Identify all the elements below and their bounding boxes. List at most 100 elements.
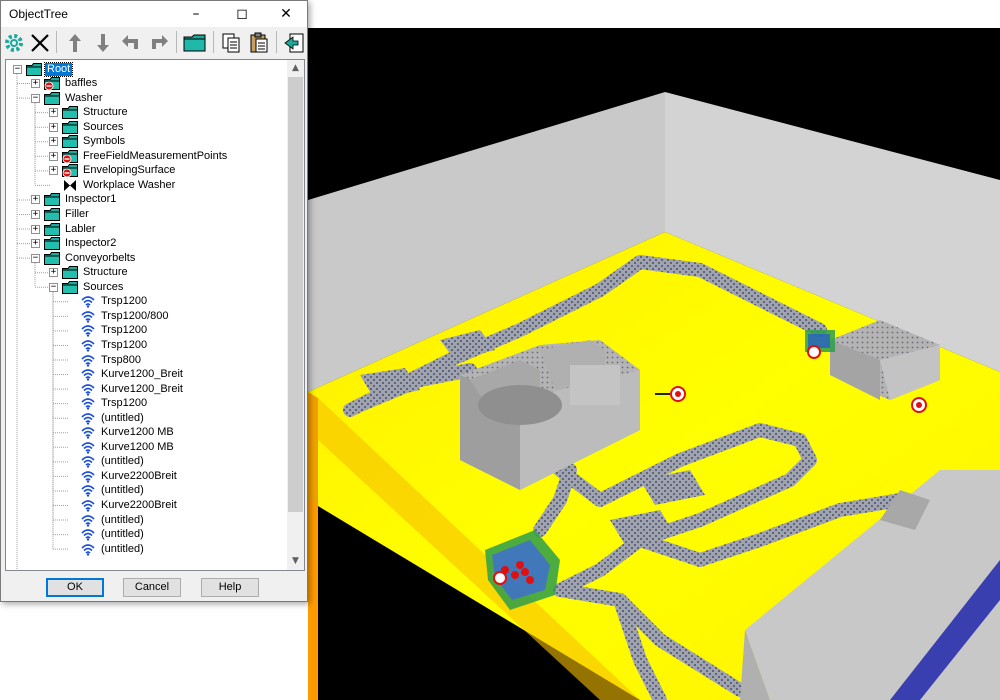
expand-plus-icon[interactable]: + xyxy=(49,151,58,161)
expand-plus-icon[interactable]: + xyxy=(49,137,58,147)
tree-node-label[interactable]: Kurve1200_Breit xyxy=(99,368,185,381)
tree-node[interactable]: (untitled) xyxy=(67,484,146,498)
expand-plus-icon[interactable]: + xyxy=(31,79,40,89)
tree-node-label[interactable]: Kurve1200 MB xyxy=(99,426,176,439)
tree-node-label[interactable]: Structure xyxy=(81,106,130,119)
tree-node[interactable]: (untitled) xyxy=(67,528,146,542)
tree-node[interactable]: + Structure xyxy=(49,106,130,120)
expand-plus-icon[interactable]: + xyxy=(31,210,40,219)
scroll-down-arrow-icon[interactable]: ▼ xyxy=(287,553,304,570)
tree-node[interactable]: + Filler xyxy=(31,208,91,222)
tree-node[interactable]: + baffles xyxy=(31,77,99,91)
tree-node[interactable]: − Root xyxy=(13,61,74,77)
tree-node-label[interactable]: EnvelopingSurface xyxy=(81,164,177,177)
tree-node[interactable]: Trsp1200 xyxy=(67,338,149,352)
maximize-button[interactable]: ◻ xyxy=(219,1,265,27)
tree-node[interactable]: + EnvelopingSurface xyxy=(49,164,177,178)
tree-node-label[interactable]: Trsp800 xyxy=(99,354,143,367)
cancel-button[interactable]: Cancel xyxy=(123,578,181,597)
tree-node-label[interactable]: Conveyorbelts xyxy=(63,252,137,265)
tree-node-label[interactable]: (untitled) xyxy=(99,412,146,425)
tree-node-label[interactable]: Trsp1200 xyxy=(99,339,149,352)
scroll-thumb[interactable] xyxy=(288,77,303,512)
tree-node-label[interactable]: Workplace Washer xyxy=(81,179,177,192)
tree-node[interactable]: + Sources xyxy=(49,120,125,134)
tree-node[interactable]: Kurve1200_Breit xyxy=(67,382,185,396)
ok-button[interactable]: OK xyxy=(46,578,104,597)
tree-node[interactable]: + Labler xyxy=(31,222,98,236)
expand-plus-icon[interactable]: + xyxy=(31,224,40,234)
tree-node[interactable]: + Symbols xyxy=(49,135,127,149)
help-button[interactable]: Help xyxy=(201,578,259,597)
tree-node[interactable]: Trsp1200 xyxy=(67,397,149,411)
redo-icon[interactable] xyxy=(147,30,171,56)
tree-node[interactable]: Kurve1200 MB xyxy=(67,440,176,454)
tree-node[interactable]: (untitled) xyxy=(67,411,146,425)
tree-node[interactable]: (untitled) xyxy=(67,542,146,556)
collapse-minus-icon[interactable]: − xyxy=(31,93,40,103)
tree-node[interactable]: Trsp800 xyxy=(67,353,143,367)
minimize-button[interactable]: – xyxy=(173,1,219,27)
tree-node-label[interactable]: Inspector2 xyxy=(63,237,118,250)
undo-icon[interactable] xyxy=(119,30,143,56)
expand-plus-icon[interactable]: + xyxy=(49,166,58,176)
tree-node[interactable]: Kurve1200_Breit xyxy=(67,368,185,382)
paste-icon[interactable] xyxy=(247,30,271,56)
tree-node-label[interactable]: Symbols xyxy=(81,135,127,148)
expand-plus-icon[interactable]: + xyxy=(49,268,58,278)
tree-node[interactable]: (untitled) xyxy=(67,455,146,469)
delete-x-icon[interactable] xyxy=(28,30,52,56)
tree-node-label[interactable]: Root xyxy=(43,61,74,77)
tree-node[interactable]: Kurve2200Breit xyxy=(67,499,179,513)
expand-plus-icon[interactable]: + xyxy=(31,239,40,249)
tree-node[interactable]: Workplace Washer xyxy=(49,178,177,192)
tree-node[interactable]: Trsp1200/800 xyxy=(67,309,170,323)
tree-node[interactable]: + Inspector1 xyxy=(31,193,118,207)
close-button[interactable]: ✕ xyxy=(263,1,309,27)
tree-node-label[interactable]: Kurve1200 MB xyxy=(99,441,176,454)
tree-node[interactable]: + FreeFieldMeasurementPoints xyxy=(49,149,229,164)
tree-node-label[interactable]: Trsp1200/800 xyxy=(99,310,170,323)
scroll-up-arrow-icon[interactable]: ▲ xyxy=(287,60,304,77)
tree-node[interactable]: Kurve1200 MB xyxy=(67,426,176,440)
expand-plus-icon[interactable]: + xyxy=(31,195,40,205)
expand-plus-icon[interactable]: + xyxy=(49,122,58,132)
move-up-icon[interactable] xyxy=(63,30,87,56)
settings-gear-icon[interactable] xyxy=(2,30,26,56)
tree-node-label[interactable]: Kurve2200Breit xyxy=(99,470,179,483)
tree-node[interactable]: (untitled) xyxy=(67,513,146,527)
folder-icon[interactable] xyxy=(183,30,207,56)
tree-node-label[interactable]: (untitled) xyxy=(99,528,146,541)
collapse-minus-icon[interactable]: − xyxy=(31,253,40,263)
tree-node-label[interactable]: Trsp1200 xyxy=(99,295,149,308)
tree-node-label[interactable]: Labler xyxy=(63,223,98,236)
tree-node[interactable]: + Structure xyxy=(49,266,130,280)
tree-node-label[interactable]: (untitled) xyxy=(99,484,146,497)
tree-node-label[interactable]: Sources xyxy=(81,281,125,294)
copy-icon[interactable] xyxy=(219,30,243,56)
tree-node-label[interactable]: (untitled) xyxy=(99,543,146,556)
expand-plus-icon[interactable]: + xyxy=(49,108,58,118)
collapse-minus-icon[interactable]: − xyxy=(49,282,58,292)
tree-scrollbar[interactable]: ▲ ▼ xyxy=(287,60,304,570)
tree-node-label[interactable]: (untitled) xyxy=(99,514,146,527)
tree-node[interactable]: − Conveyorbelts xyxy=(31,251,137,265)
tree-node[interactable]: Kurve2200Breit xyxy=(67,469,179,483)
tree-node-label[interactable]: Filler xyxy=(63,208,91,221)
tree-node[interactable]: − Sources xyxy=(49,280,125,294)
tree-node[interactable]: Trsp1200 xyxy=(67,295,149,309)
tree-node[interactable]: Trsp1200 xyxy=(67,324,149,338)
3d-viewport[interactable] xyxy=(308,28,1000,700)
export-icon[interactable] xyxy=(282,30,306,56)
tree-node-label[interactable]: baffles xyxy=(63,77,99,90)
object-tree[interactable]: − Root + baffles − Washer + Structure + Sources + S… xyxy=(5,59,305,571)
tree-node-label[interactable]: Washer xyxy=(63,92,105,105)
tree-node-label[interactable]: FreeFieldMeasurementPoints xyxy=(81,150,229,163)
tree-node-label[interactable]: Trsp1200 xyxy=(99,324,149,337)
tree-node-label[interactable]: Sources xyxy=(81,121,125,134)
tree-node[interactable]: + Inspector2 xyxy=(31,237,118,251)
tree-node-label[interactable]: Inspector1 xyxy=(63,193,118,206)
tree-node[interactable]: − Washer xyxy=(31,91,105,105)
tree-node-label[interactable]: Structure xyxy=(81,266,130,279)
tree-node-label[interactable]: Kurve1200_Breit xyxy=(99,383,185,396)
